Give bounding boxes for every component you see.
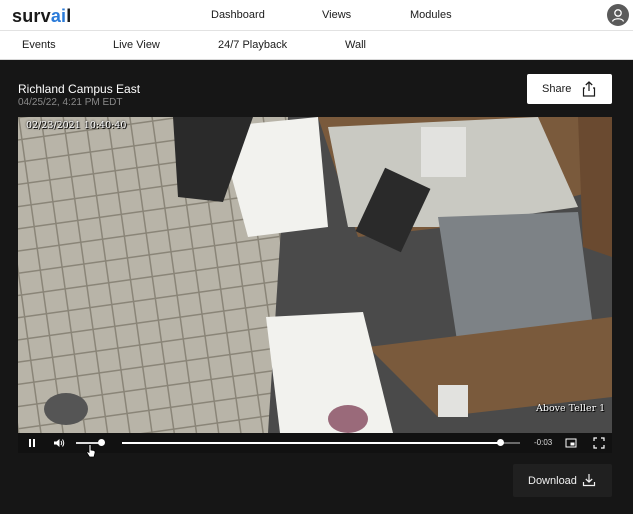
camera-title: Richland Campus East <box>18 82 141 96</box>
download-button[interactable]: Download <box>513 464 612 497</box>
download-icon <box>582 474 596 487</box>
user-avatar[interactable] <box>607 4 629 26</box>
user-icon <box>611 9 625 22</box>
survail-logo[interactable]: survail <box>12 6 71 27</box>
share-icon <box>582 81 596 97</box>
volume-icon[interactable] <box>53 437 65 449</box>
camera-timestamp: 04/25/22, 4:21 PM EDT <box>18 97 123 108</box>
tab-live-view[interactable]: Live View <box>113 39 160 51</box>
camera-feed-image <box>18 117 612 433</box>
tab-events[interactable]: Events <box>22 39 56 51</box>
nav-views[interactable]: Views <box>322 9 351 21</box>
camera-label-overlay: Above Teller 1 <box>536 403 606 414</box>
volume-slider-handle[interactable] <box>97 439 105 446</box>
time-remaining: -0:03 <box>534 438 553 447</box>
top-bar: survail Dashboard Views Modules <box>0 0 633 31</box>
sub-nav: Events Live View 24/7 Playback Wall <box>0 31 633 60</box>
tab-24-7-playback[interactable]: 24/7 Playback <box>218 39 287 51</box>
hand-cursor-icon <box>86 444 96 458</box>
video-player[interactable]: 02/23/2021 10:40:40 Above Teller 1 -0:03 <box>18 117 612 453</box>
picture-in-picture-icon[interactable] <box>565 437 577 449</box>
nav-modules[interactable]: Modules <box>410 9 452 21</box>
seek-bar-progress <box>122 442 501 444</box>
pause-icon[interactable] <box>26 437 38 449</box>
nav-dashboard[interactable]: Dashboard <box>211 9 265 21</box>
video-timestamp-overlay: 02/23/2021 10:40:40 <box>26 120 127 131</box>
share-button[interactable]: Share <box>527 74 612 104</box>
tab-wall[interactable]: Wall <box>345 39 366 51</box>
share-label: Share <box>542 83 572 95</box>
seek-bar[interactable] <box>122 442 520 444</box>
download-label: Download <box>528 475 577 487</box>
seek-bar-handle[interactable] <box>496 439 504 446</box>
fullscreen-icon[interactable] <box>593 437 605 449</box>
video-controls: -0:03 <box>18 433 612 453</box>
